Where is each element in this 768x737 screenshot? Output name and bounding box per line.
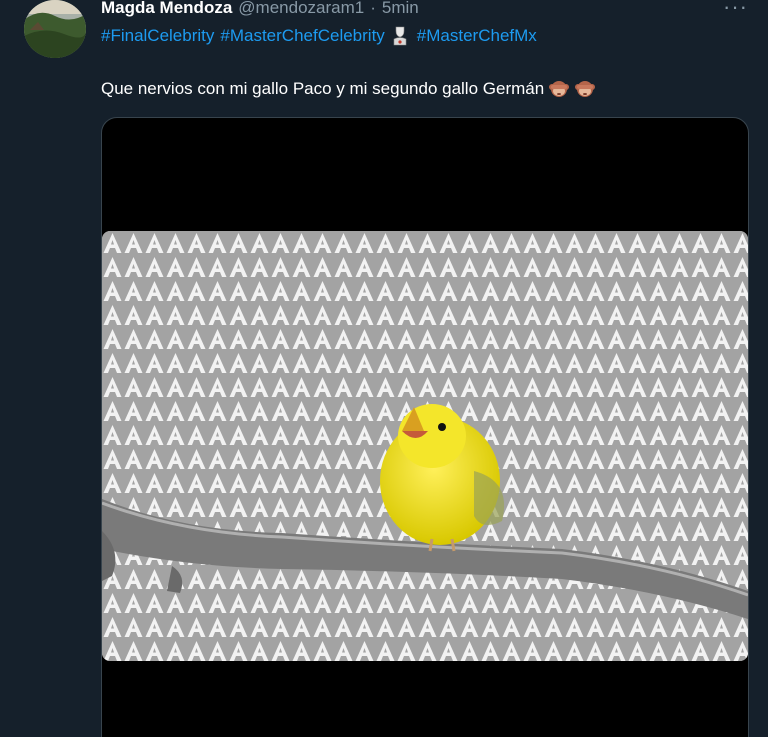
gif-image[interactable] [102, 231, 748, 661]
user-handle[interactable]: @mendozaram1 [238, 0, 364, 18]
separator-dot: · [370, 0, 376, 17]
media-container[interactable] [101, 117, 749, 737]
hashtag-masterchefmx[interactable]: #MasterChefMx [417, 26, 537, 46]
tweet-header: Magda Mendoza @mendozaram1 · 5min [101, 0, 419, 22]
hashtag-finalcelebrity[interactable]: #FinalCelebrity [101, 26, 214, 46]
tweet-body: Que nervios con mi gallo Paco y mi segun… [101, 78, 596, 100]
tweet: Magda Mendoza @mendozaram1 · 5min ··· #F… [0, 0, 768, 737]
timestamp[interactable]: 5min [382, 0, 419, 18]
tweet-text: Que nervios con mi gallo Paco y mi segun… [101, 79, 545, 98]
hashtag-line: #FinalCelebrity #MasterChefCelebrity #Ma… [101, 26, 537, 46]
masterchef-trophy-icon [391, 26, 409, 46]
see-no-evil-monkey-icon [548, 78, 570, 100]
display-name[interactable]: Magda Mendoza [101, 0, 232, 18]
avatar[interactable] [24, 0, 86, 58]
hashtag-masterchefcelebrity[interactable]: #MasterChefCelebrity [220, 26, 384, 46]
see-no-evil-monkey-icon [574, 78, 596, 100]
more-options-button[interactable]: ··· [723, 0, 748, 20]
